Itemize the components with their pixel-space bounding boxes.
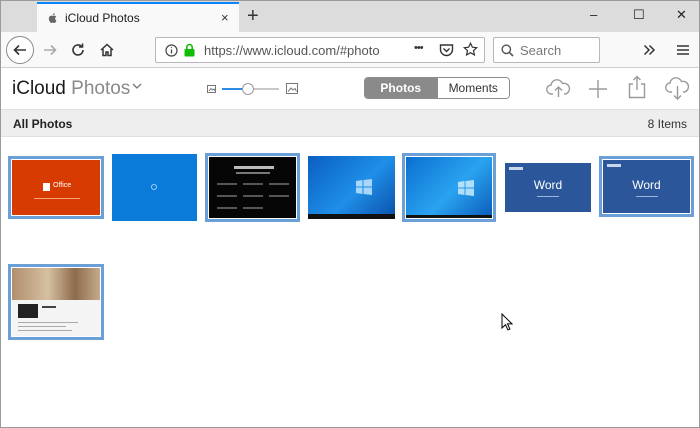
reload-icon: [72, 43, 84, 56]
apple-icon: [48, 13, 57, 23]
app-title[interactable]: iCloud Photos: [12, 78, 130, 100]
photo-thumbnail[interactable]: Office: [8, 156, 104, 219]
photo-thumbnail[interactable]: [402, 153, 496, 222]
thumb-text-line: [243, 207, 263, 209]
thumb-text-line: [236, 172, 270, 174]
photo-thumbnail[interactable]: Word: [505, 163, 591, 212]
page-banner-image: [12, 268, 100, 300]
home-button[interactable]: [95, 38, 119, 62]
maximize-button[interactable]: ☐: [633, 7, 645, 23]
navigation-toolbar: https://www.icloud.com/#photo ••• Search: [1, 32, 699, 68]
thumb-text-line: [42, 306, 56, 308]
thumb-text-line: [636, 196, 658, 197]
thumb-text-line: [18, 326, 66, 327]
upload-cloud-icon[interactable]: [546, 77, 571, 99]
brand-name: iCloud: [12, 78, 66, 99]
reload-button[interactable]: [66, 38, 90, 62]
search-box[interactable]: Search: [493, 37, 600, 63]
back-button[interactable]: [6, 36, 34, 64]
lock-icon[interactable]: [183, 43, 196, 57]
double-chevron-right-icon: [643, 44, 656, 56]
thumb-text-line: [269, 183, 289, 185]
thumb-text-line: [34, 198, 80, 199]
photo-thumbnail[interactable]: [8, 264, 104, 340]
add-icon[interactable]: [588, 79, 608, 99]
arrow-right-icon: [44, 44, 57, 56]
windows-logo-icon: [458, 180, 474, 196]
windows-logo-icon: [356, 179, 372, 195]
menu-button[interactable]: [671, 38, 695, 62]
search-placeholder: Search: [520, 43, 562, 58]
thumb-text-line: [234, 166, 274, 169]
tab-title: iCloud Photos: [65, 11, 140, 25]
item-count: 8 Items: [647, 117, 687, 131]
album-header: All Photos 8 Items: [1, 109, 699, 137]
moments-segment-button[interactable]: Moments: [436, 78, 509, 98]
photo-thumbnail[interactable]: [112, 154, 197, 221]
close-window-button[interactable]: ✕: [676, 7, 687, 23]
office-logo-icon: [43, 183, 50, 191]
word-label: Word: [533, 178, 563, 192]
chevron-down-icon[interactable]: [132, 82, 142, 90]
tab-icloud-photos[interactable]: iCloud Photos ×: [37, 2, 239, 32]
zoom-slider[interactable]: [207, 82, 299, 96]
thumb-text-line: [217, 207, 237, 209]
forward-button[interactable]: [38, 38, 62, 62]
page-actions-button[interactable]: •••: [414, 42, 424, 54]
arrow-left-icon: [13, 44, 26, 56]
search-icon: [501, 44, 514, 57]
app-header: iCloud Photos Photos Moments: [1, 69, 699, 109]
photo-thumbnail[interactable]: [308, 156, 395, 219]
photo-thumbnail[interactable]: [205, 153, 300, 222]
thumb-text-line: [243, 183, 263, 185]
photo-thumbnail[interactable]: Word: [599, 156, 694, 217]
thumb-text-line: [18, 322, 78, 323]
tab-strip: iCloud Photos × + – ☐ ✕: [1, 1, 699, 32]
view-segmented-control: Photos Moments: [364, 77, 510, 99]
thumb-text-line: [217, 195, 237, 197]
large-image-icon: [286, 83, 298, 94]
small-image-icon: [207, 85, 216, 93]
url-text[interactable]: https://www.icloud.com/#photo: [204, 43, 414, 58]
taskbar: [406, 215, 492, 218]
share-icon[interactable]: [627, 75, 647, 99]
minimize-button[interactable]: –: [590, 7, 597, 23]
close-tab-icon[interactable]: ×: [221, 11, 229, 25]
spinner-icon: [151, 184, 157, 190]
pocket-icon[interactable]: [439, 43, 454, 57]
address-bar[interactable]: https://www.icloud.com/#photo •••: [155, 37, 485, 63]
thumb-text-line: [537, 196, 559, 197]
app-name: Photos: [71, 78, 131, 99]
thumb-text-line: [18, 330, 72, 331]
word-label: Word: [632, 178, 661, 192]
microsoft-logo-icon: [607, 164, 621, 167]
hamburger-menu-icon: [677, 45, 689, 55]
overflow-button[interactable]: [637, 38, 661, 62]
info-icon[interactable]: [165, 44, 178, 57]
thumb-text-line: [217, 183, 237, 185]
browser-window: iCloud Photos × + – ☐ ✕ https://www.iclo…: [0, 0, 700, 428]
thumb-text-line: [269, 195, 289, 197]
home-icon: [100, 43, 114, 57]
album-title: All Photos: [13, 117, 73, 131]
photos-segment-button[interactable]: Photos: [365, 78, 437, 98]
thumb-text-line: [243, 195, 263, 197]
new-tab-button[interactable]: +: [247, 5, 259, 27]
office-label: Office: [53, 182, 72, 189]
page-image: [18, 304, 38, 318]
mouse-cursor-icon: [501, 313, 513, 331]
star-icon[interactable]: [463, 42, 478, 57]
taskbar: [308, 214, 395, 219]
slider-knob[interactable]: [241, 83, 254, 95]
microsoft-logo-icon: [509, 167, 523, 170]
download-cloud-icon[interactable]: [665, 77, 690, 101]
